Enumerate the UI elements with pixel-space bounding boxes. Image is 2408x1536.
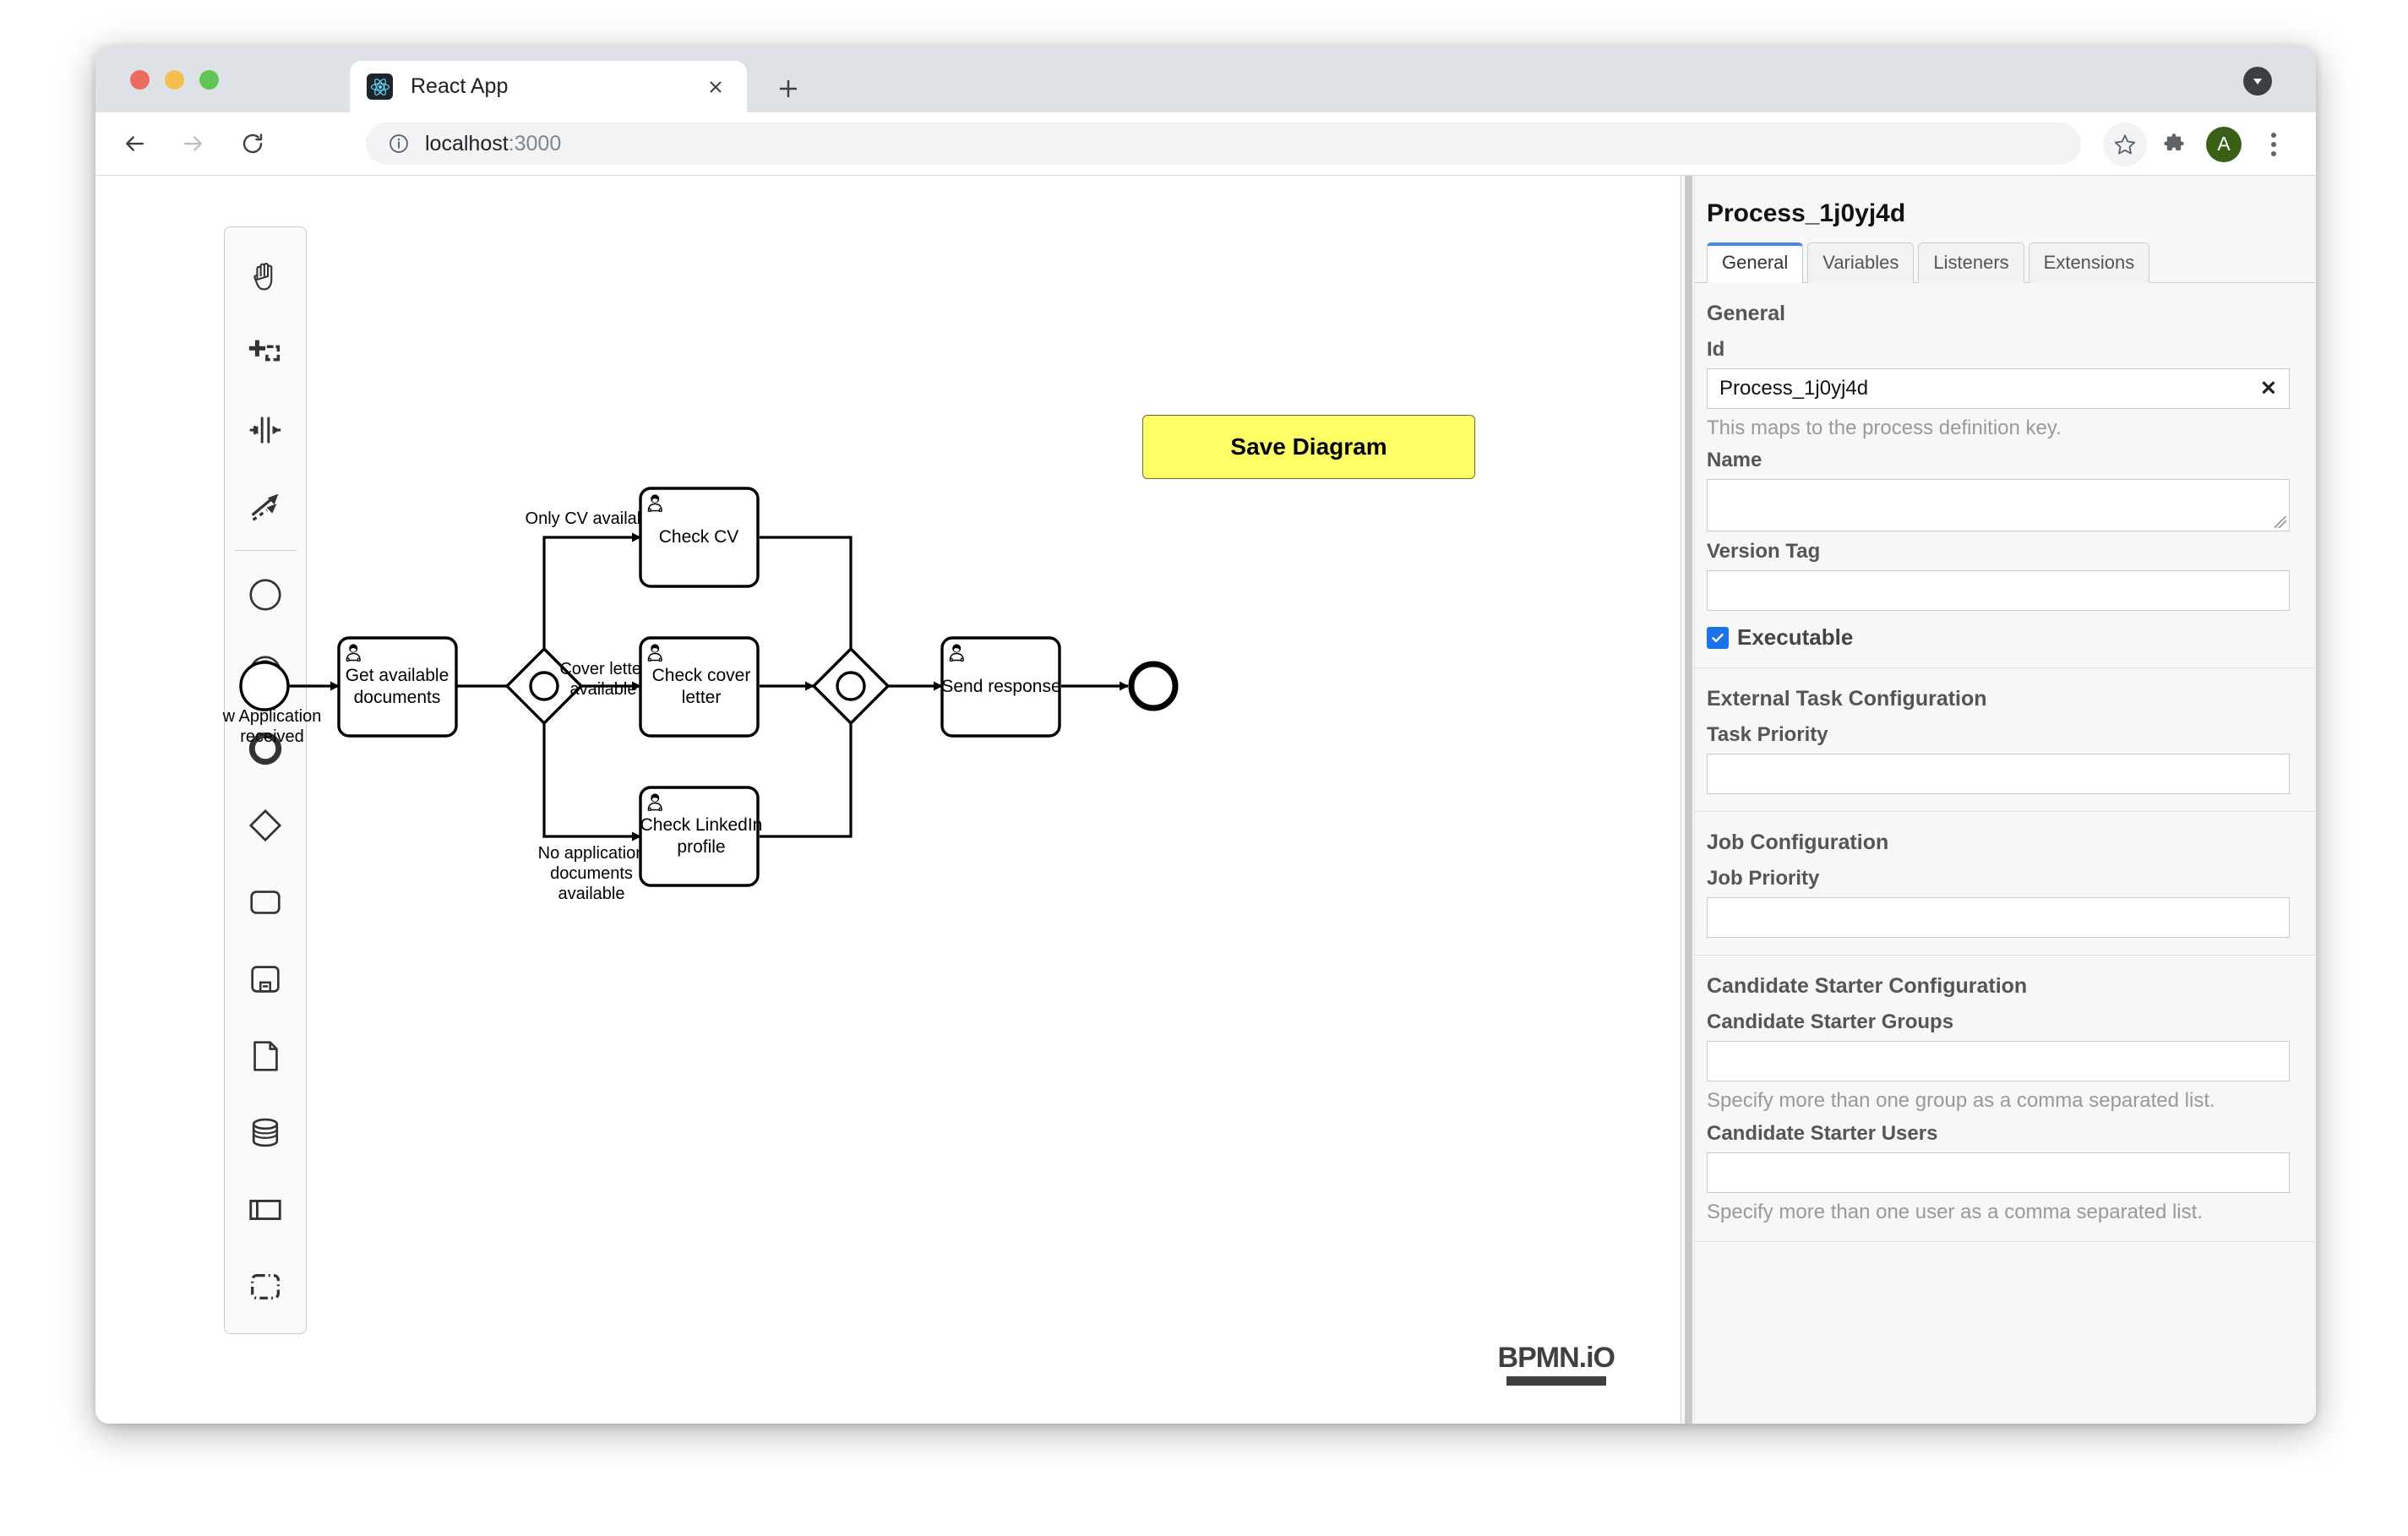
task-label-line2: letter — [682, 688, 722, 707]
browser-tab[interactable]: React App — [350, 61, 747, 112]
close-window-button[interactable] — [130, 70, 150, 90]
task-check-cover-letter[interactable] — [640, 638, 758, 736]
group-candidate-starter: Candidate Starter Configuration Candidat… — [1681, 956, 2315, 1242]
hint-candidate-starter-groups: Specify more than one group as a comma s… — [1707, 1088, 2290, 1113]
properties-panel-scrollbar[interactable] — [1681, 176, 1695, 1424]
group-external-task-title: External Task Configuration — [1707, 687, 2290, 711]
flow-label-cover-letter-1: Cover letter — [559, 660, 647, 678]
properties-tabs: General Variables Listeners Extensions — [1681, 242, 2315, 283]
hint-id: This maps to the process definition key. — [1707, 416, 2290, 440]
react-logo-icon — [367, 74, 393, 100]
address-bar[interactable]: localhost:3000 — [366, 123, 2081, 165]
input-task-priority[interactable] — [1707, 754, 2290, 794]
start-event[interactable] — [241, 662, 288, 710]
url-host: localhost — [425, 132, 509, 155]
task-label-line2: documents — [354, 688, 441, 707]
bpmn-diagram[interactable]: w Application received Get available doc… — [95, 176, 1681, 1424]
checkbox-executable[interactable] — [1707, 627, 1729, 649]
properties-panel[interactable]: Process_1j0yj4d General Variables Listen… — [1681, 176, 2315, 1424]
input-version-tag[interactable] — [1707, 570, 2290, 611]
input-id-value: Process_1j0yj4d — [1719, 377, 1868, 400]
gateway-join[interactable] — [814, 649, 888, 723]
info-circle-icon[interactable] — [386, 131, 411, 156]
close-icon[interactable] — [701, 73, 730, 101]
flow-label-cover-letter-2: available — [570, 680, 637, 699]
label-candidate-starter-groups: Candidate Starter Groups — [1707, 1010, 2290, 1034]
input-job-priority[interactable] — [1707, 897, 2290, 938]
browser-toolbar: localhost:3000 A — [95, 112, 2316, 176]
new-tab-button[interactable] — [771, 72, 805, 106]
properties-panel-title: Process_1j0yj4d — [1681, 176, 2315, 242]
flow-label-no-docs-1: No application — [538, 844, 646, 863]
clear-x-icon[interactable]: ✕ — [2260, 377, 2277, 401]
address-bar-url: localhost:3000 — [425, 132, 561, 156]
group-general-title: General — [1707, 302, 2290, 326]
kebab-menu-icon[interactable] — [2252, 123, 2296, 166]
group-candidate-starter-title: Candidate Starter Configuration — [1707, 974, 2290, 999]
arrow-right-icon[interactable] — [173, 123, 214, 164]
bpmn-canvas[interactable]: Save Diagram — [95, 176, 1681, 1424]
bpmn-io-logo[interactable]: BPMN.iO — [1498, 1343, 1615, 1386]
window-controls — [130, 70, 219, 90]
label-name: Name — [1707, 449, 2290, 472]
label-executable: Executable — [1737, 624, 1853, 651]
group-general: General Id Process_1j0yj4d ✕ This maps t… — [1681, 283, 2315, 668]
group-job-configuration-title: Job Configuration — [1707, 831, 2290, 855]
task-label-line1: Get available — [346, 666, 449, 685]
url-port: :3000 — [509, 132, 562, 155]
task-label-line1: Check LinkedIn — [640, 815, 763, 835]
maximize-window-button[interactable] — [199, 70, 219, 90]
minimize-window-button[interactable] — [165, 70, 184, 90]
tab-title: React App — [411, 74, 701, 99]
start-event-label-line1: w Application — [222, 707, 322, 726]
bpmn-io-logo-bar — [1506, 1376, 1606, 1386]
flow-label-no-docs-2: documents — [550, 864, 633, 883]
tab-listeners[interactable]: Listeners — [1918, 242, 2024, 283]
task-check-linkedin-profile[interactable] — [640, 787, 758, 885]
label-version-tag: Version Tag — [1707, 540, 2290, 564]
avatar[interactable]: A — [2206, 127, 2242, 162]
input-candidate-starter-groups[interactable] — [1707, 1041, 2290, 1081]
reload-icon[interactable] — [232, 123, 273, 164]
end-event[interactable] — [1131, 664, 1175, 708]
flow-label-no-docs-3: available — [558, 885, 625, 903]
toolbar-actions: A — [2103, 112, 2296, 176]
label-id: Id — [1707, 338, 2290, 362]
task-label-line2: profile — [677, 837, 725, 857]
label-task-priority: Task Priority — [1707, 723, 2290, 747]
browser-window: React App — [95, 46, 2316, 1424]
browser-tabstrip: React App — [95, 46, 2316, 112]
task-label: Check CV — [659, 527, 739, 547]
task-get-available-documents[interactable] — [339, 638, 456, 736]
tab-variables[interactable]: Variables — [1807, 242, 1914, 283]
chevron-down-circle-icon[interactable] — [2243, 67, 2272, 95]
start-event-label-line2: received — [240, 727, 304, 746]
executable-row[interactable]: Executable — [1707, 624, 2290, 651]
bpmn-io-logo-text: BPMN.iO — [1498, 1343, 1615, 1372]
label-candidate-starter-users: Candidate Starter Users — [1707, 1122, 2290, 1146]
label-job-priority: Job Priority — [1707, 867, 2290, 891]
input-candidate-starter-users[interactable] — [1707, 1152, 2290, 1193]
puzzle-piece-icon[interactable] — [2152, 123, 2196, 166]
group-job-configuration: Job Configuration Job Priority — [1681, 812, 2315, 956]
tab-general[interactable]: General — [1707, 242, 1803, 283]
task-label: Send response — [941, 677, 1060, 696]
task-label-line1: Check cover — [652, 666, 751, 685]
input-id[interactable]: Process_1j0yj4d ✕ — [1707, 368, 2290, 409]
tab-extensions[interactable]: Extensions — [2029, 242, 2150, 283]
arrow-left-icon[interactable] — [114, 123, 155, 164]
hint-candidate-starter-users: Specify more than one user as a comma se… — [1707, 1200, 2290, 1224]
group-external-task: External Task Configuration Task Priorit… — [1681, 668, 2315, 812]
input-name[interactable] — [1707, 479, 2290, 531]
star-icon[interactable] — [2103, 123, 2147, 166]
page-content: Save Diagram — [95, 176, 2316, 1424]
properties-panel-body: Process_1j0yj4d General Variables Listen… — [1681, 176, 2315, 1242]
